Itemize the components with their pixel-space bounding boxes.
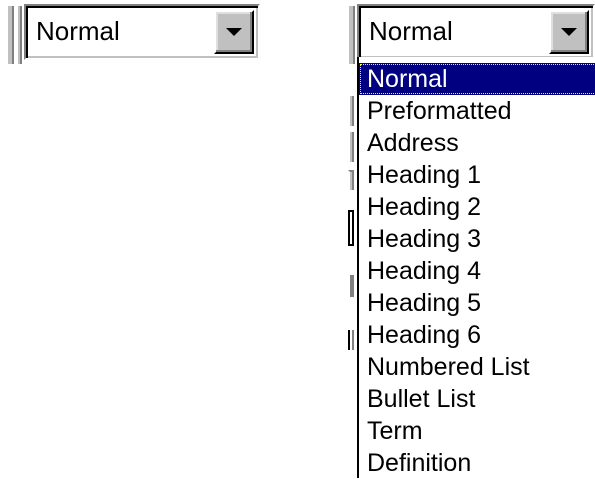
dropdown-item-numbered-list[interactable]: Numbered List	[359, 351, 595, 383]
dropdown-item-heading-5[interactable]: Heading 5	[359, 287, 595, 319]
dropdown-item-heading-6[interactable]: Heading 6	[359, 319, 595, 351]
toolbar-grip-left-inner	[16, 6, 22, 64]
dropdown-item-heading-2[interactable]: Heading 2	[359, 191, 595, 223]
toolbar-item-peek	[348, 96, 354, 126]
style-combo-left[interactable]: Normal	[24, 4, 260, 60]
dropdown-item-heading-3[interactable]: Heading 3	[359, 223, 595, 255]
style-combo-right-dropdown-button[interactable]	[549, 10, 589, 54]
dropdown-item-term[interactable]: Term	[359, 415, 595, 447]
dropdown-item-definition[interactable]: Definition	[359, 447, 595, 479]
toolbar-item-peek	[348, 210, 354, 246]
style-combo-right-value: Normal	[369, 16, 453, 46]
toolbar-item-peek	[348, 330, 354, 350]
toolbar-item-peek	[348, 275, 354, 297]
style-combo-right[interactable]: Normal	[357, 4, 595, 60]
dropdown-item-heading-1[interactable]: Heading 1	[359, 159, 595, 191]
chevron-down-icon	[226, 28, 242, 36]
style-combo-left-value: Normal	[36, 16, 120, 46]
toolbar-item-peek	[348, 170, 354, 190]
dropdown-item-address[interactable]: Address	[359, 127, 595, 159]
toolbar-grip-right[interactable]	[347, 6, 355, 64]
toolbar-item-peek	[348, 132, 354, 162]
toolbar-grip-left[interactable]	[6, 6, 14, 64]
dropdown-item-heading-4[interactable]: Heading 4	[359, 255, 595, 287]
dropdown-item-bullet-list[interactable]: Bullet List	[359, 383, 595, 415]
dropdown-item-normal[interactable]: Normal	[359, 63, 595, 95]
style-dropdown-list[interactable]: Normal Preformatted Address Heading 1 He…	[357, 57, 595, 478]
style-combo-left-dropdown-button[interactable]	[214, 10, 254, 54]
chevron-down-icon	[561, 28, 577, 36]
dropdown-item-preformatted[interactable]: Preformatted	[359, 95, 595, 127]
